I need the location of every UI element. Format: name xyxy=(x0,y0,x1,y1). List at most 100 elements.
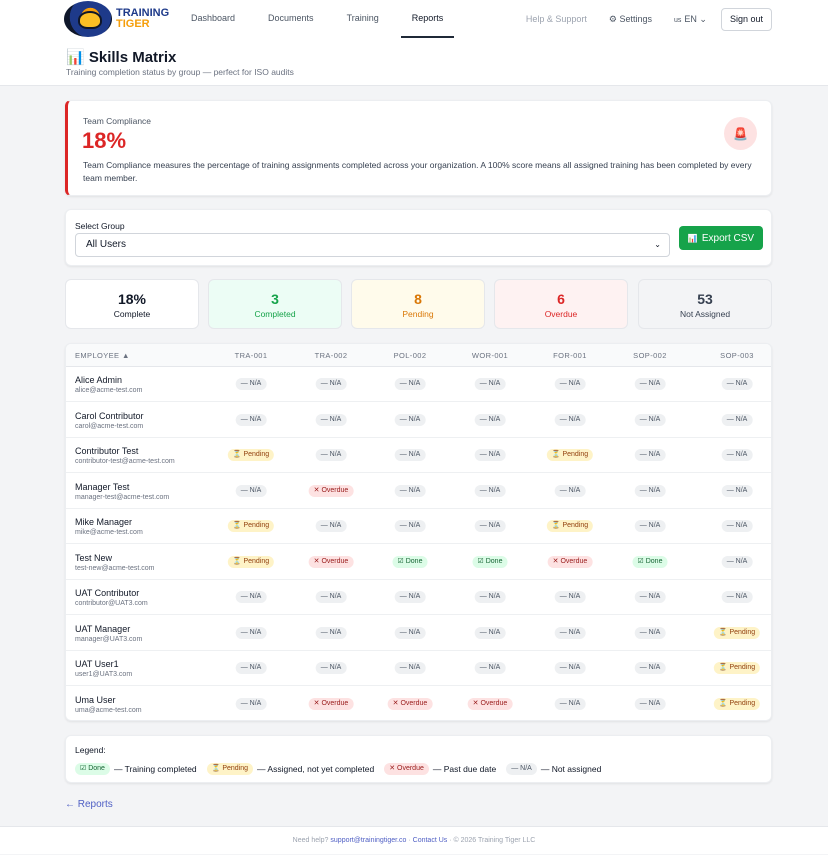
employee-email: manager-test@acme-test.com xyxy=(75,493,170,501)
status-badge-na: — N/A xyxy=(554,626,586,639)
status-badge-pending: ⏳ Pending xyxy=(227,449,275,461)
status-badge-pending: ⏳ Pending xyxy=(546,449,594,461)
contact-us-link[interactable]: Contact Us xyxy=(413,837,448,844)
status-badge-na: — N/A xyxy=(554,662,586,674)
status-badge-na: — N/A xyxy=(235,697,267,710)
table-row: UAT Contributor contributor@UAT3.com — N/A… xyxy=(66,580,771,615)
employee-email: test-new@acme-test.com xyxy=(75,564,155,572)
nav-dashboard[interactable]: Dashboard xyxy=(180,0,246,38)
status-badge-na: — N/A xyxy=(235,378,267,390)
legend-text: — Assigned, not yet completed xyxy=(257,764,375,774)
skills-matrix-table: EMPLOYEE ▲ TRA-001 TRA-002 POL-002 WOR-001 FO… xyxy=(65,343,772,721)
status-badge-na: — N/A xyxy=(554,484,586,497)
status-badge-na: — N/A xyxy=(315,626,347,639)
status-badge-na: — N/A xyxy=(315,449,347,461)
group-select[interactable]: All Users ⌄ xyxy=(75,233,670,257)
status-badge-overdue: ✕ Overdue xyxy=(308,697,354,710)
brand-logo[interactable]: TRAINING TIGER xyxy=(64,0,174,38)
nav-documents[interactable]: Documents xyxy=(257,0,325,38)
status-badge-na: — N/A xyxy=(721,520,753,532)
status-badge-na: — N/A xyxy=(634,378,666,390)
status-badge-na: — N/A xyxy=(315,413,347,426)
status-badge-na: — N/A xyxy=(235,626,267,639)
table-row: Manager Test manager-test@acme-test.com — … xyxy=(66,474,771,509)
status-badge-na: — N/A xyxy=(554,413,586,426)
support-email-link[interactable]: support@trainingtiger.co xyxy=(330,837,406,844)
status-badge-na: — N/A xyxy=(721,591,753,603)
footer-separator: · xyxy=(449,837,452,844)
status-badge-na: — N/A xyxy=(721,378,753,390)
status-badge-na: — N/A xyxy=(634,413,666,426)
status-badge-pending: ⏳ Pending xyxy=(546,520,594,532)
back-to-reports-link[interactable]: ← Reports xyxy=(65,799,113,810)
status-badge-na: — N/A xyxy=(474,520,506,532)
nav-training[interactable]: Training xyxy=(336,0,390,38)
employee-name: UAT Manager xyxy=(75,623,131,634)
table-row: Contributor Test contributor-test@acme-te… xyxy=(66,438,771,473)
sign-out-button[interactable]: Sign out xyxy=(720,7,772,31)
status-badge-na: — N/A xyxy=(235,484,267,497)
status-badge-na: — N/A xyxy=(394,662,426,674)
help-support-link[interactable]: Help & Support xyxy=(526,14,587,24)
employee-email: carol@acme-test.com xyxy=(75,422,144,430)
employee-email: manager@UAT3.com xyxy=(75,635,143,643)
stat-label: Complete xyxy=(113,309,151,319)
chevron-down-icon: ⌄ xyxy=(696,13,707,24)
footer: Need help? support@trainingtiger.co · Co… xyxy=(0,826,828,854)
status-badge-na: — N/A xyxy=(721,449,753,461)
status-badge-na: — N/A xyxy=(634,626,666,639)
team-compliance-card: Team Compliance 18% Team Compliance meas… xyxy=(65,100,772,196)
export-csv-button[interactable]: 📊 Export CSV xyxy=(679,226,763,250)
employee-email: contributor-test@acme-test.com xyxy=(75,458,175,465)
column-header: SOP-003 xyxy=(720,351,754,360)
employee-name: Contributor Test xyxy=(75,446,139,456)
stat-value: 53 xyxy=(697,291,713,307)
stat-label: Overdue xyxy=(544,309,578,319)
status-badge-done: ☑ Done xyxy=(392,555,428,568)
status-badge-na: — N/A xyxy=(474,662,506,674)
status-badge-na: — N/A xyxy=(634,520,666,532)
status-badge-na: — N/A xyxy=(394,484,426,497)
status-badge-na: — N/A xyxy=(315,520,347,532)
right-nav: Help & Support ⚙ Settings us EN ⌄ Sign ou… xyxy=(526,7,772,31)
stat-label: Pending xyxy=(402,309,434,319)
column-header-employee[interactable]: EMPLOYEE ▲ xyxy=(75,351,130,360)
status-badge-na: — N/A xyxy=(721,555,753,568)
footer-help-text: Need help? xyxy=(292,837,329,844)
tiger-logo-icon xyxy=(64,1,112,37)
employee-name: Uma User xyxy=(75,694,116,705)
footer-separator: · xyxy=(408,837,411,844)
employee-name: UAT User1 xyxy=(75,659,119,669)
language-selector[interactable]: us EN ⌄ xyxy=(674,14,707,25)
status-badge-na: — N/A xyxy=(554,378,586,390)
brand-line-2: TIGER xyxy=(116,18,150,30)
legend-text: — Training completed xyxy=(113,764,197,774)
status-badge-na: — N/A xyxy=(554,591,586,603)
compliance-value: 18% xyxy=(82,128,127,153)
status-badge-na: — N/A xyxy=(634,591,666,603)
stat-value: 3 xyxy=(271,291,279,307)
compliance-description: Team Compliance measures the percentage … xyxy=(83,160,752,183)
table-row: Mike Manager mike@acme-test.com ⏳ Pending —… xyxy=(66,509,771,544)
stat-card-overdue: 6 Overdue xyxy=(494,279,628,329)
stat-card-completed: 3 Completed xyxy=(208,279,342,329)
status-badge-overdue: ✕ Overdue xyxy=(387,697,433,710)
status-badge-na: — N/A xyxy=(721,413,753,426)
status-badge-na: — N/A xyxy=(394,413,426,426)
employee-name: Carol Contributor xyxy=(75,410,144,421)
status-badge-pending: ⏳ Pending xyxy=(713,626,761,639)
status-badge-na: — N/A xyxy=(394,520,426,532)
group-filter-card: Select Group All Users ⌄ 📊 Export CSV xyxy=(65,209,772,266)
status-badge-na: — N/A xyxy=(474,378,506,390)
page-subtitle: Training completion status by group — pe… xyxy=(66,67,294,77)
status-badge-overdue: ✕ Overdue xyxy=(467,697,513,710)
nav-reports[interactable]: Reports xyxy=(400,0,455,38)
settings-label: Settings xyxy=(619,13,652,24)
status-badge-overdue: ✕ Overdue xyxy=(308,484,354,497)
status-badge-overdue: ✕ Overdue xyxy=(308,555,354,568)
page-title-text: Skills Matrix xyxy=(88,49,177,66)
employee-name: Mike Manager xyxy=(75,517,133,527)
legend-text: — Past due date xyxy=(432,764,497,774)
status-badge-na: — N/A xyxy=(315,591,347,603)
settings-link[interactable]: ⚙ Settings xyxy=(609,14,652,25)
